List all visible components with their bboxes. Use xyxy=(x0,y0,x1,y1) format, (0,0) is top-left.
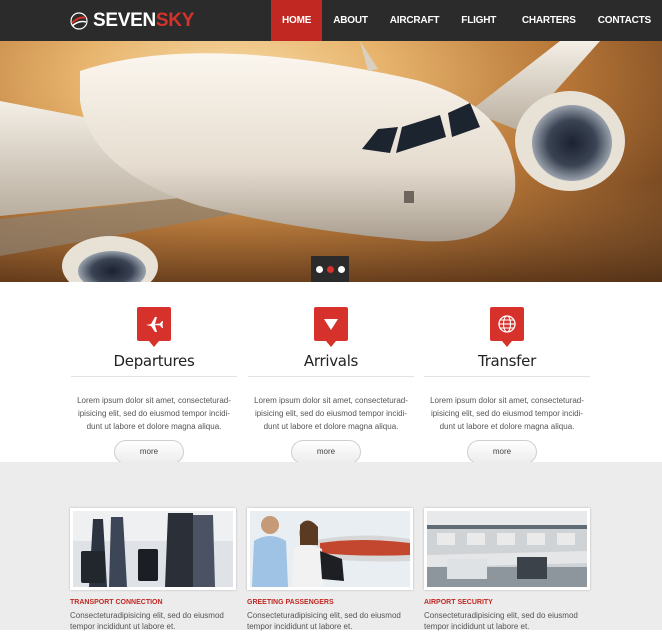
card-image-travelers[interactable] xyxy=(70,508,236,590)
card-text: Consecteturadipisicing elit, sed do eius… xyxy=(70,611,224,631)
logo-swoosh-icon xyxy=(70,12,88,30)
nav-charters[interactable]: CHARTERS xyxy=(511,0,587,41)
logo-text-sky: SKY xyxy=(155,10,195,31)
nav-contacts[interactable]: CONTACTS xyxy=(587,0,662,41)
divider xyxy=(71,376,237,377)
hero-slider xyxy=(0,41,662,282)
nav-aircraft[interactable]: AIRCRAFT xyxy=(379,0,451,41)
divider xyxy=(424,376,590,377)
nav-about[interactable]: ABOUT xyxy=(322,0,379,41)
feature-icon-box xyxy=(490,307,524,347)
feature-text: Lorem ipsum dolor sit amet, consectetura… xyxy=(77,396,231,431)
card-text: Consecteturadipisicing elit, sed do eius… xyxy=(247,611,401,631)
arrow-down-icon xyxy=(324,319,338,330)
logo-text-seven: SEVEN xyxy=(93,10,156,31)
nav-home[interactable]: HOME xyxy=(271,0,323,41)
card-image-passengers[interactable] xyxy=(247,508,413,590)
divider xyxy=(248,376,414,377)
feature-text: Lorem ipsum dolor sit amet, consectetura… xyxy=(254,396,408,431)
more-button[interactable]: more xyxy=(467,440,537,464)
airplane-icon xyxy=(146,317,163,332)
slider-dot[interactable] xyxy=(315,266,323,273)
globe-icon xyxy=(498,315,516,333)
feature-title: Departures xyxy=(113,352,195,370)
slider-dot[interactable] xyxy=(337,266,345,273)
feature-icon-box xyxy=(314,307,348,347)
nav-flight-info[interactable]: FLIGHT INFO xyxy=(450,0,511,67)
hero-airplane-image xyxy=(0,41,662,282)
main-nav: HOME ABOUT AIRCRAFT FLIGHT INFO CHARTERS… xyxy=(271,0,662,67)
slider-dot-active[interactable] xyxy=(326,266,334,273)
more-button[interactable]: more xyxy=(114,440,184,464)
features-section: Departures Lorem ipsum dolor sit amet, c… xyxy=(0,282,662,464)
card-text: Consecteturadipisicing elit, sed do eius… xyxy=(424,611,578,631)
card-title[interactable]: GREETING PASSENGERS xyxy=(247,599,413,606)
services-section: TRANSPORT CONNECTION Consecteturadipisic… xyxy=(0,462,662,631)
site-header: SEVENSKY HOME ABOUT AIRCRAFT FLIGHT INFO… xyxy=(0,0,662,67)
card-image-security[interactable] xyxy=(424,508,590,590)
card-title[interactable]: AIRPORT SECURITY xyxy=(424,599,590,606)
feature-title: Arrivals xyxy=(303,352,359,370)
slider-pagination xyxy=(311,256,349,282)
logo[interactable]: SEVENSKY xyxy=(70,9,194,33)
feature-text: Lorem ipsum dolor sit amet, consectetura… xyxy=(430,396,584,431)
more-button[interactable]: more xyxy=(291,440,361,464)
feature-icon-box xyxy=(137,307,171,347)
feature-title: Transfer xyxy=(478,352,536,370)
card-title[interactable]: TRANSPORT CONNECTION xyxy=(70,599,236,606)
